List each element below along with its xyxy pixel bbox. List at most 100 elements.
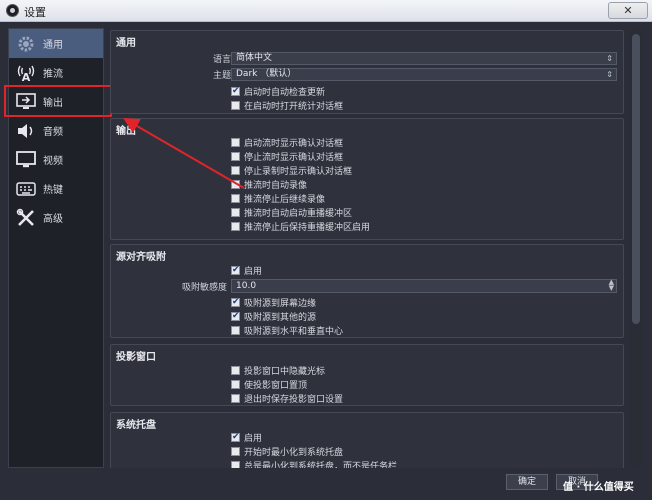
snapping-group: 源对齐吸附 启用 吸附敏感度 10.0 ▲▼ 吸附源到屏幕边缘 吸附源到其他的源… [110, 244, 624, 338]
checkbox-box [231, 166, 240, 175]
checkbox-box [231, 326, 240, 335]
antenna-icon: A [15, 63, 37, 83]
sidebar-item-video[interactable]: 视频 [9, 145, 103, 174]
group-title: 输出 [116, 126, 136, 137]
checkbox-box [231, 180, 240, 189]
checkbox-box [231, 101, 240, 110]
checkbox-label: 停止流时显示确认对话框 [244, 153, 344, 163]
title-bar: 设置 ✕ [0, 0, 652, 22]
keep-replay-buffer-checkbox[interactable]: 推流停止后保持重播缓冲区启用 [231, 220, 370, 233]
auto-record-checkbox[interactable]: 推流时自动录像 [231, 178, 307, 191]
checkbox-box [231, 152, 240, 161]
spin-arrows-icon: ▲ ▼ [608, 278, 614, 292]
sidebar-item-label: 高级 [43, 214, 63, 225]
checkbox-label: 使投影窗口置顶 [244, 381, 308, 391]
group-title: 投影窗口 [116, 352, 156, 363]
content-scrollbar[interactable] [630, 28, 642, 468]
checkbox-label: 吸附源到屏幕边缘 [244, 299, 317, 309]
snap-center-checkbox[interactable]: 吸附源到水平和垂直中心 [231, 324, 343, 337]
scroll-thumb[interactable] [632, 34, 640, 324]
checkbox-label: 启动时自动检查更新 [244, 88, 326, 98]
language-label: 语言 [212, 55, 231, 65]
sidebar-item-audio[interactable]: 音频 [9, 116, 103, 145]
confirm-stop-record-checkbox[interactable]: 停止录制时显示确认对话框 [231, 164, 352, 177]
group-title: 源对齐吸附 [116, 252, 166, 263]
save-projector-checkbox[interactable]: 退出时保存投影窗口设置 [231, 392, 343, 405]
confirm-stop-stream-checkbox[interactable]: 停止流时显示确认对话框 [231, 150, 343, 163]
sensitivity-spinbox[interactable]: 10.0 ▲ ▼ [231, 279, 617, 293]
checkbox-label: 在启动时打开统计对话框 [244, 102, 344, 112]
projector-group: 投影窗口 投影窗口中隐藏光标 使投影窗口置顶 退出时保存投影窗口设置 [110, 344, 624, 406]
checkbox-label: 推流时自动启动重播缓冲区 [244, 209, 353, 219]
checkbox-box [231, 461, 240, 468]
keyboard-icon [15, 179, 37, 199]
monitor-icon [15, 150, 37, 170]
keep-recording-checkbox[interactable]: 推流停止后继续录像 [231, 192, 325, 205]
snap-other-sources-checkbox[interactable]: 吸附源到其他的源 [231, 310, 316, 323]
checkbox-label: 启用 [244, 434, 263, 444]
obs-logo-icon [6, 4, 19, 17]
sidebar-item-label: 音频 [43, 127, 63, 138]
ok-button[interactable]: 确定 [506, 474, 548, 490]
checkbox-box [231, 138, 240, 147]
sidebar-item-label: 通用 [43, 40, 63, 51]
output-group: 输出 启动流时显示确认对话框 停止流时显示确认对话框 停止录制时显示确认对话框 … [110, 118, 624, 240]
auto-replay-buffer-checkbox[interactable]: 推流时自动启动重播缓冲区 [231, 206, 352, 219]
watermark-text: 值 · 什么值得买 [563, 482, 634, 493]
checkbox-box [231, 366, 240, 375]
checkbox-label: 投影窗口中隐藏光标 [244, 367, 326, 377]
tray-group: 系统托盘 启用 开始时最小化到系统托盘 总是最小化到系统托盘，而不是任务栏 [110, 412, 624, 468]
check-updates-checkbox[interactable]: 启动时自动检查更新 [231, 85, 325, 98]
checkbox-box [231, 222, 240, 231]
checkbox-label: 总是最小化到系统托盘，而不是任务栏 [244, 462, 398, 468]
sensitivity-label: 吸附敏感度 [181, 283, 227, 293]
checkbox-label: 启用 [244, 267, 263, 277]
checkbox-label: 吸附源到水平和垂直中心 [244, 327, 344, 337]
theme-label: 主题 [212, 71, 231, 81]
settings-window: 设置 ✕ 通用 A 推流 输出 音频 视频 热键 高级 通用 语言 简体中文 ⇕… [0, 0, 652, 500]
language-value: 简体中文 [236, 53, 273, 63]
sidebar-item-label: 视频 [43, 156, 63, 167]
sidebar-item-label: 热键 [43, 185, 63, 196]
snap-screen-edge-checkbox[interactable]: 吸附源到屏幕边缘 [231, 296, 316, 309]
speaker-icon [15, 121, 37, 141]
settings-content: 通用 语言 简体中文 ⇕ 主题 Dark （默认） ⇕ 启动时自动检查更新 在启… [110, 28, 630, 468]
open-stats-checkbox[interactable]: 在启动时打开统计对话框 [231, 99, 343, 112]
checkbox-box [231, 380, 240, 389]
general-group: 通用 语言 简体中文 ⇕ 主题 Dark （默认） ⇕ 启动时自动检查更新 在启… [110, 30, 624, 114]
theme-value: Dark （默认） [236, 69, 297, 79]
chevron-updown-icon: ⇕ [606, 54, 613, 63]
tray-enable-checkbox[interactable]: 启用 [231, 431, 262, 444]
snapping-enable-checkbox[interactable]: 启用 [231, 264, 262, 277]
sidebar-item-general[interactable]: 通用 [9, 29, 103, 58]
gear-icon [15, 34, 37, 54]
checkbox-label: 推流停止后继续录像 [244, 195, 326, 205]
svg-text:A: A [22, 71, 31, 83]
sidebar-item-advanced[interactable]: 高级 [9, 203, 103, 232]
sidebar-item-hotkeys[interactable]: 热键 [9, 174, 103, 203]
always-minimize-tray-checkbox[interactable]: 总是最小化到系统托盘，而不是任务栏 [231, 459, 397, 468]
checkbox-box [231, 394, 240, 403]
close-button[interactable]: ✕ [608, 2, 648, 19]
checkbox-label: 推流时自动录像 [244, 181, 308, 191]
group-title: 系统托盘 [116, 420, 156, 431]
group-title: 通用 [116, 38, 136, 49]
checkbox-label: 吸附源到其他的源 [244, 313, 317, 323]
window-title: 设置 [24, 6, 46, 19]
projector-on-top-checkbox[interactable]: 使投影窗口置顶 [231, 378, 307, 391]
checkbox-box [231, 432, 240, 442]
theme-select[interactable]: Dark （默认） ⇕ [231, 68, 617, 81]
checkbox-box [231, 194, 240, 203]
checkbox-label: 退出时保存投影窗口设置 [244, 395, 344, 405]
start-minimized-checkbox[interactable]: 开始时最小化到系统托盘 [231, 445, 343, 458]
checkbox-box [231, 447, 240, 456]
language-select[interactable]: 简体中文 ⇕ [231, 52, 617, 65]
hide-cursor-checkbox[interactable]: 投影窗口中隐藏光标 [231, 364, 325, 377]
confirm-start-stream-checkbox[interactable]: 启动流时显示确认对话框 [231, 136, 343, 149]
checkbox-label: 停止录制时显示确认对话框 [244, 167, 353, 177]
sidebar-item-stream[interactable]: A 推流 [9, 58, 103, 87]
sidebar-item-label: 推流 [43, 69, 63, 80]
tools-icon [15, 208, 37, 228]
checkbox-box [231, 297, 240, 307]
checkbox-label: 开始时最小化到系统托盘 [244, 448, 344, 458]
